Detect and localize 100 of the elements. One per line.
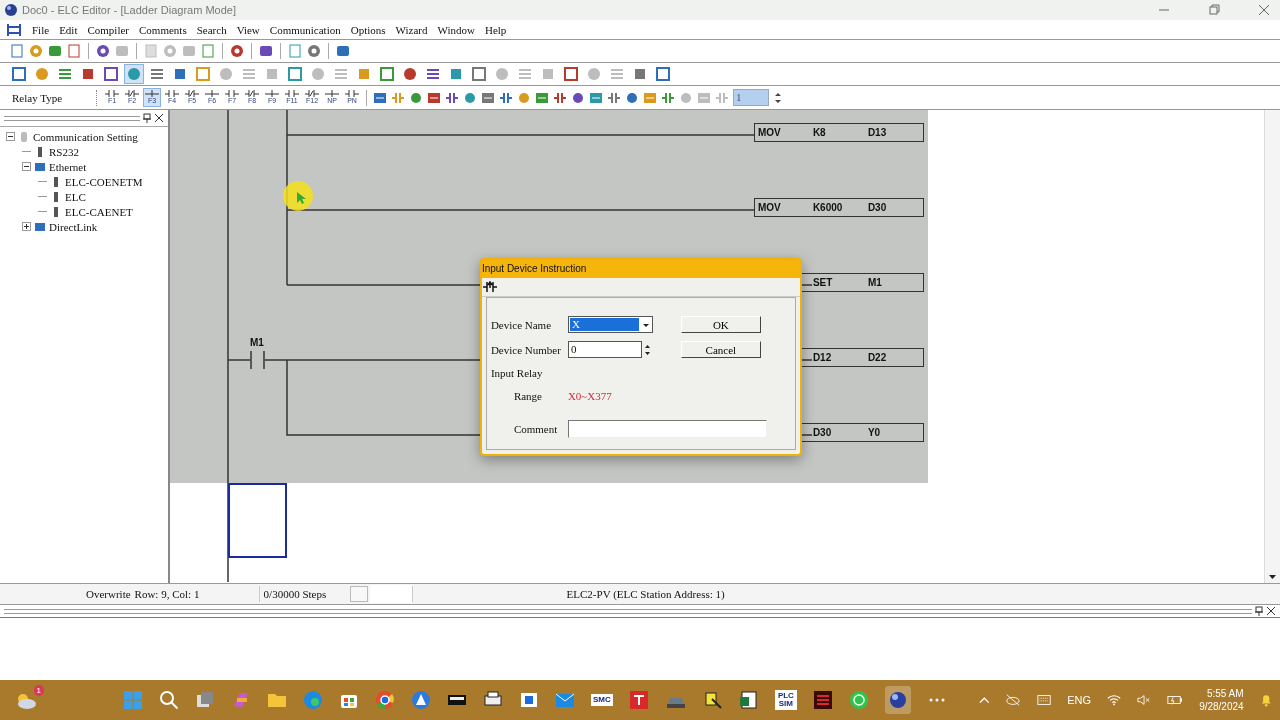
toolbar-icon[interactable]: [378, 65, 396, 83]
toolbar-icon[interactable]: [654, 65, 672, 83]
toolbar-icon[interactable]: [307, 44, 321, 58]
menu-item[interactable]: Communication: [269, 23, 341, 36]
toolbar-icon[interactable]: [427, 90, 441, 105]
toolbar-icon[interactable]: [409, 90, 423, 105]
pin-icon[interactable]: [1254, 606, 1264, 616]
tree-item[interactable]: ELC-CAENET: [65, 205, 133, 218]
toolbar-icon[interactable]: [401, 65, 419, 83]
tree-item[interactable]: DirectLink: [49, 220, 98, 233]
tree-item[interactable]: Communication Setting: [33, 130, 138, 143]
menu-item[interactable]: File: [32, 23, 50, 36]
app-icon: [4, 3, 18, 17]
toolbar-icon[interactable]: [463, 90, 477, 105]
toolbar-icon[interactable]: [96, 44, 110, 58]
menu-item[interactable]: Search: [196, 23, 227, 36]
toolbar-icon[interactable]: [230, 44, 244, 58]
device-name-dropdown[interactable]: X: [567, 316, 653, 333]
menu-item[interactable]: Compiler: [87, 23, 130, 36]
toolbar-icon[interactable]: [499, 90, 513, 105]
clock-date[interactable]: 9/28/2024: [1199, 700, 1244, 713]
instruction-operand: K8: [812, 127, 827, 138]
clock-time[interactable]: 5:55 AM: [1206, 687, 1244, 700]
toolbar-icon[interactable]: [607, 90, 621, 105]
toolbar-icon[interactable]: [571, 90, 585, 105]
wifi-icon[interactable]: [1107, 694, 1122, 706]
toolbar-icon[interactable]: [286, 65, 304, 83]
toolbar-icon[interactable]: [373, 90, 387, 105]
status-indicator: [349, 586, 368, 602]
bell-icon[interactable]: [1259, 692, 1272, 708]
tree-item[interactable]: RS232: [49, 145, 79, 158]
tree-item[interactable]: ELC: [65, 190, 86, 203]
toolbar-icon[interactable]: [470, 65, 488, 83]
menu-item[interactable]: Window: [437, 23, 475, 36]
instruction-operand: D22: [867, 352, 888, 363]
scroll-down-icon[interactable]: [1268, 574, 1277, 580]
toolbar-icon[interactable]: [553, 90, 567, 105]
cancel-button[interactable]: Cancel: [680, 341, 761, 358]
toolbar-label: Relay Type: [11, 91, 64, 104]
collapse-icon[interactable]: [22, 162, 31, 171]
toolbar-icon[interactable]: [625, 90, 639, 105]
instruction-operand: D12: [812, 352, 833, 363]
toolbar-icon[interactable]: [445, 90, 459, 105]
toolbar-icon[interactable]: [102, 65, 120, 83]
close-icon[interactable]: [1266, 606, 1276, 616]
field-label: Device Number: [490, 343, 562, 356]
menu-item[interactable]: Edit: [59, 23, 78, 36]
toolbar-icon[interactable]: [661, 90, 675, 105]
speaker-muted-icon[interactable]: [1137, 694, 1152, 706]
toolbar-icon[interactable]: [562, 65, 580, 83]
toolbar-icon[interactable]: [589, 90, 603, 105]
comment-field[interactable]: [567, 420, 767, 438]
device-number-field[interactable]: 0: [567, 341, 642, 358]
instruction-operand: M1: [867, 277, 883, 288]
contact-icon[interactable]: [482, 281, 497, 293]
instruction-operand: MOV: [757, 202, 782, 213]
instruction-box[interactable]: MOV K8 D13: [753, 123, 924, 142]
cloud-off-icon[interactable]: [1005, 693, 1022, 707]
restore-icon[interactable]: [1208, 4, 1220, 16]
tree-item[interactable]: Ethernet: [49, 160, 87, 173]
notification-badge: 1: [33, 685, 44, 696]
contact-symbol: [250, 350, 265, 370]
battery-icon[interactable]: [1167, 694, 1184, 706]
step-field[interactable]: 1: [733, 89, 769, 106]
collapse-icon[interactable]: [6, 132, 15, 141]
rung-line: [227, 359, 251, 361]
instruction-box[interactable]: MOV K6000 D30: [753, 198, 924, 217]
instruction-operand: Y0: [867, 427, 882, 438]
toolbar-icon[interactable]: [336, 44, 350, 58]
device-icon: [34, 220, 46, 233]
menu-item[interactable]: Help: [484, 23, 507, 36]
field-label: Device Name: [490, 318, 553, 331]
field-label: Comment: [513, 423, 559, 435]
pointer-highlight: [282, 181, 313, 211]
menu-item[interactable]: View: [236, 23, 260, 36]
tree-item[interactable]: ELC-COENETM: [65, 175, 143, 188]
language-indicator[interactable]: ENG: [1067, 694, 1092, 706]
expand-icon[interactable]: [22, 222, 31, 231]
toolbar-icon[interactable]: [481, 90, 495, 105]
toolbar-icon[interactable]: [259, 44, 273, 58]
instruction-operand: D30: [812, 427, 833, 438]
ok-button[interactable]: OK: [680, 316, 761, 333]
toolbar-icon[interactable]: [535, 90, 549, 105]
menu-item[interactable]: Wizard: [395, 23, 428, 36]
menu-item[interactable]: Comments: [139, 23, 187, 36]
device-icon: [34, 160, 46, 173]
toolbar-icon[interactable]: [48, 44, 62, 58]
chevron-up-icon[interactable]: [978, 696, 990, 704]
menu-item[interactable]: Options: [350, 23, 386, 36]
instruction-operand: MOV: [757, 127, 782, 138]
instruction-operand: D13: [867, 127, 888, 138]
field-label: Range: [513, 390, 543, 402]
keyboard-icon[interactable]: [1037, 694, 1052, 706]
status-mode: Overwrite: [86, 588, 131, 600]
taskbar-app[interactable]: SMC: [590, 686, 613, 714]
close-icon[interactable]: [153, 113, 164, 123]
pin-icon[interactable]: [141, 113, 152, 123]
instruction-operand: SET: [812, 277, 834, 288]
group-label: Input Relay: [490, 366, 544, 381]
toolbar-icon[interactable]: [10, 65, 28, 83]
